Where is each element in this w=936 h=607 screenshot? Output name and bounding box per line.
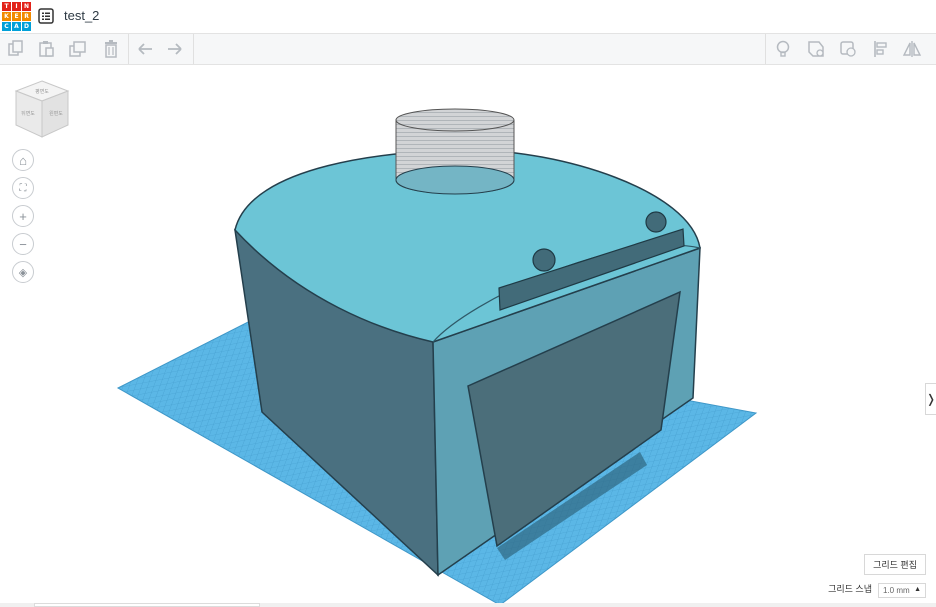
logo-letter-t: T [2, 2, 11, 11]
logo-letter-k: K [2, 12, 11, 21]
top-cylinder-rim [395, 108, 515, 132]
snap-grid-label: 그리드 스냅 [828, 584, 872, 594]
home-icon: ⌂ [19, 152, 27, 168]
paste-icon[interactable] [37, 39, 57, 59]
top-bar: T I N K E R C A D test_2 [0, 0, 936, 34]
mirror-icon[interactable] [902, 39, 922, 59]
light-bulb-icon[interactable] [773, 39, 793, 59]
logo-letter-e: E [12, 12, 21, 21]
undo-icon[interactable] [135, 39, 155, 59]
top-cylinder-base [395, 165, 515, 195]
redo-icon[interactable] [165, 39, 185, 59]
scene-canvas[interactable] [0, 65, 936, 607]
perspective-button[interactable]: ◈ [12, 261, 34, 283]
duplicate-icon[interactable] [68, 39, 88, 59]
snap-grid-select[interactable]: 1.0 mm ▲ [878, 583, 926, 598]
snap-grid-value: 1.0 mm [883, 586, 910, 595]
viewcube-right-label: 왼편도 [49, 110, 63, 117]
bottom-tab[interactable] [34, 603, 260, 607]
home-view-button[interactable]: ⌂ [12, 149, 34, 171]
edit-grid-button[interactable]: 그리드 편집 [864, 554, 926, 575]
fit-view-button[interactable]: ⛶ [12, 177, 34, 199]
toolbar-divider [193, 34, 194, 64]
toolbar-divider [128, 34, 129, 64]
hole-icon[interactable] [838, 39, 858, 59]
panel-toggle-button[interactable]: ❭ [925, 383, 936, 415]
logo-letter-a: A [12, 22, 21, 31]
logo-letter-d: D [22, 22, 31, 31]
copy-icon[interactable] [6, 39, 26, 59]
bottom-strip [0, 603, 936, 607]
caret-up-icon: ▲ [914, 586, 921, 593]
logo-letter-i: I [12, 2, 21, 11]
logo-letter-r: R [22, 12, 31, 21]
3d-workplane-viewport[interactable]: 평면도 뒤면도 왼편도 ⌂ ⛶ + − ◈ ❭ 그리드 편집 그리드 스냅 1.… [0, 65, 936, 607]
handle-knob-left[interactable] [532, 248, 556, 272]
viewcube-top-label: 평면도 [35, 88, 49, 95]
handle-knob-right[interactable] [645, 211, 667, 233]
minus-icon: − [19, 236, 27, 252]
logo-letter-c: C [2, 22, 11, 31]
fit-icon: ⛶ [19, 182, 27, 194]
design-list-icon[interactable] [38, 8, 54, 24]
plus-icon: + [19, 208, 27, 224]
edit-toolbar [0, 34, 936, 65]
viewcube-left-label: 뒤면도 [21, 110, 35, 117]
align-icon[interactable] [871, 39, 891, 59]
shape-icon[interactable] [806, 39, 826, 59]
tinkercad-logo[interactable]: T I N K E R C A D [2, 2, 31, 31]
view-cube[interactable]: 평면도 뒤면도 왼편도 [12, 77, 72, 141]
toolbar-divider [765, 34, 766, 64]
perspective-icon: ◈ [18, 266, 28, 279]
design-title[interactable]: test_2 [64, 8, 99, 23]
logo-letter-n: N [22, 2, 31, 11]
zoom-in-button[interactable]: + [12, 205, 34, 227]
zoom-out-button[interactable]: − [12, 233, 34, 255]
chevron-right-icon: ❭ [925, 392, 936, 406]
delete-icon[interactable] [101, 39, 121, 59]
